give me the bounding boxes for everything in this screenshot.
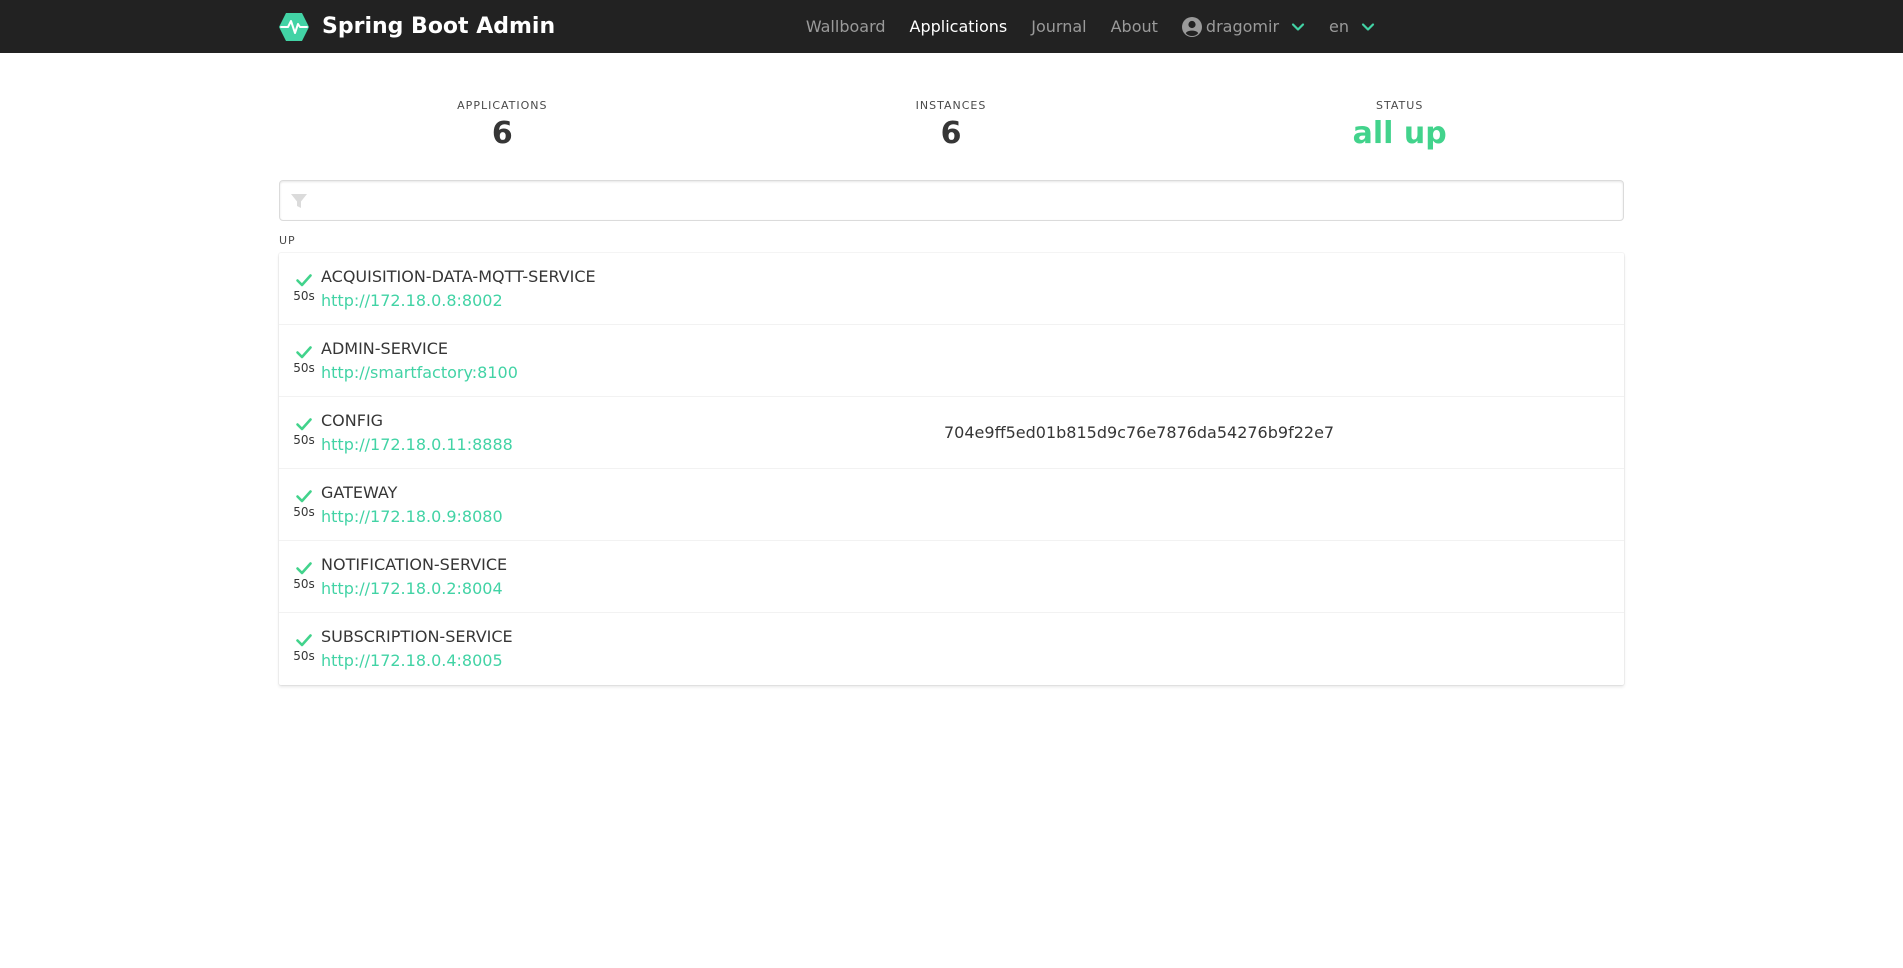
status-cell: 50s bbox=[293, 415, 315, 447]
nav-wallboard[interactable]: Wallboard bbox=[794, 0, 898, 53]
check-icon bbox=[296, 490, 312, 503]
application-version: 704e9ff5ed01b815d9c76e7876da54276b9f22e7 bbox=[944, 423, 1335, 442]
chevron-down-icon bbox=[1291, 22, 1305, 31]
status-cell: 50s bbox=[293, 271, 315, 303]
application-url[interactable]: http://172.18.0.11:8888 bbox=[321, 435, 513, 455]
user-name: dragomir bbox=[1205, 17, 1280, 36]
stat-applications-label: APPLICATIONS bbox=[457, 99, 548, 112]
nav-applications[interactable]: Applications bbox=[898, 0, 1020, 53]
check-icon bbox=[296, 418, 312, 431]
filter-box bbox=[279, 180, 1624, 221]
application-url[interactable]: http://172.18.0.8:8002 bbox=[321, 291, 503, 311]
status-cell: 50s bbox=[293, 487, 315, 519]
application-url[interactable]: http://172.18.0.4:8005 bbox=[321, 651, 503, 671]
application-url[interactable]: http://172.18.0.2:8004 bbox=[321, 579, 503, 599]
application-url[interactable]: http://172.18.0.9:8080 bbox=[321, 507, 503, 527]
application-row[interactable]: 50s GATEWAY http://172.18.0.9:8080 bbox=[279, 469, 1624, 541]
application-row[interactable]: 50s NOTIFICATION-SERVICE http://172.18.0… bbox=[279, 541, 1624, 613]
user-circle-icon bbox=[1181, 16, 1202, 37]
status-since: 50s bbox=[293, 361, 315, 375]
nav-journal[interactable]: Journal bbox=[1019, 0, 1098, 53]
user-menu[interactable]: dragomir bbox=[1170, 16, 1317, 37]
status-since: 50s bbox=[293, 577, 315, 591]
application-row[interactable]: 50s ADMIN-SERVICE http://smartfactory:81… bbox=[279, 325, 1624, 397]
filter-input[interactable] bbox=[308, 181, 1623, 220]
top-navbar: Spring Boot Admin Wallboard Applications… bbox=[0, 0, 1903, 53]
heartbeat-hexagon-icon bbox=[279, 12, 309, 41]
check-icon bbox=[296, 634, 312, 647]
stat-applications-value: 6 bbox=[491, 116, 513, 151]
nav-menu: Wallboard Applications Journal About dra… bbox=[794, 0, 1381, 53]
stat-applications: APPLICATIONS 6 bbox=[278, 98, 727, 158]
stat-instances: INSTANCES 6 bbox=[727, 98, 1176, 158]
check-icon bbox=[296, 346, 312, 359]
group-title: UP bbox=[279, 234, 296, 247]
nav-about[interactable]: About bbox=[1099, 0, 1170, 53]
application-row[interactable]: 50s ACQUISITION-DATA-MQTT-SERVICE http:/… bbox=[279, 253, 1624, 325]
status-cell: 50s bbox=[293, 631, 315, 663]
application-row[interactable]: 50s SUBSCRIPTION-SERVICE http://172.18.0… bbox=[279, 613, 1624, 685]
application-list: 50s ACQUISITION-DATA-MQTT-SERVICE http:/… bbox=[279, 253, 1624, 685]
summary-stats: APPLICATIONS 6 INSTANCES 6 STATUS all up bbox=[278, 98, 1624, 158]
application-name: GATEWAY bbox=[321, 483, 398, 502]
application-name: ACQUISITION-DATA-MQTT-SERVICE bbox=[321, 267, 596, 286]
application-name: ADMIN-SERVICE bbox=[321, 339, 448, 358]
application-name: NOTIFICATION-SERVICE bbox=[321, 555, 508, 574]
stat-instances-value: 6 bbox=[940, 116, 962, 151]
application-name: CONFIG bbox=[321, 411, 384, 430]
brand-link[interactable]: Spring Boot Admin bbox=[278, 10, 555, 43]
stat-status-label: STATUS bbox=[1376, 99, 1424, 112]
status-since: 50s bbox=[293, 505, 315, 519]
check-icon bbox=[296, 274, 312, 287]
status-since: 50s bbox=[293, 649, 315, 663]
stat-instances-label: INSTANCES bbox=[915, 99, 987, 112]
status-cell: 50s bbox=[293, 343, 315, 375]
filter-icon bbox=[291, 193, 307, 208]
status-cell: 50s bbox=[293, 559, 315, 591]
brand-title: Spring Boot Admin bbox=[322, 14, 556, 39]
application-name: SUBSCRIPTION-SERVICE bbox=[321, 627, 513, 646]
application-url[interactable]: http://smartfactory:8100 bbox=[321, 363, 518, 383]
chevron-down-icon bbox=[1361, 22, 1375, 31]
language-menu[interactable]: en bbox=[1317, 17, 1381, 36]
stat-status-value: all up bbox=[1352, 116, 1447, 151]
check-icon bbox=[296, 562, 312, 575]
language-value: en bbox=[1329, 17, 1349, 36]
status-since: 50s bbox=[293, 289, 315, 303]
status-since: 50s bbox=[293, 433, 315, 447]
stat-status: STATUS all up bbox=[1175, 98, 1624, 158]
application-row[interactable]: 50s CONFIG http://172.18.0.11:8888 704e9… bbox=[279, 397, 1624, 469]
